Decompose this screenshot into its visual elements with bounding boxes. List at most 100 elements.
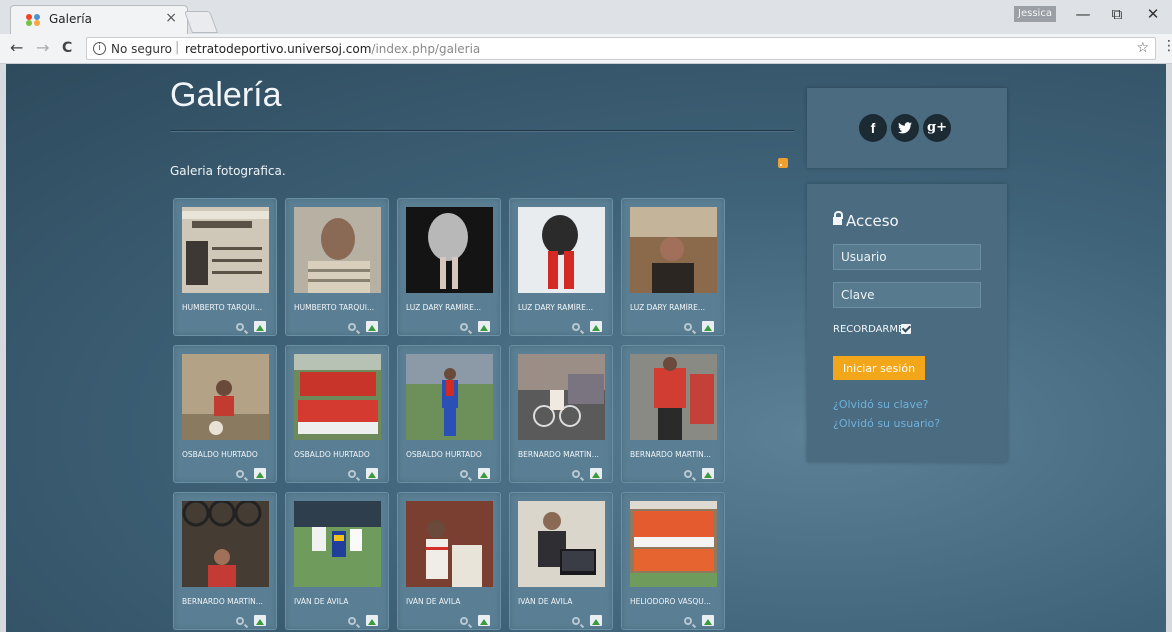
image-details-icon[interactable] — [590, 468, 602, 479]
gallery-card-label[interactable]: HUMBERTO TARQUI... — [294, 303, 386, 312]
gallery-card[interactable]: HUMBERTO TARQUI... — [173, 198, 277, 336]
gallery-card-label[interactable]: OSBALDO HURTADO — [406, 450, 498, 459]
zoom-icon[interactable] — [684, 617, 692, 625]
gallery-card-label[interactable]: LUZ DARY RAMÍRE... — [406, 303, 498, 312]
gallery-card[interactable]: LUZ DARY RAMÍRE... — [621, 198, 725, 336]
gallery-thumbnail[interactable] — [630, 207, 717, 293]
image-details-icon[interactable] — [478, 468, 490, 479]
gallery-card[interactable]: IVÁN DE ÁVILA — [509, 492, 613, 630]
username-input[interactable] — [833, 244, 981, 270]
twitter-icon[interactable] — [891, 114, 919, 142]
zoom-icon[interactable] — [572, 323, 580, 331]
profile-badge[interactable]: Jessica — [1014, 6, 1056, 22]
gallery-card-label[interactable]: HUMBERTO TARQUI... — [182, 303, 274, 312]
gallery-thumbnail[interactable] — [406, 501, 493, 587]
forward-icon[interactable]: → — [36, 38, 49, 57]
gallery-thumbnail[interactable] — [294, 354, 381, 440]
image-details-icon[interactable] — [702, 321, 714, 332]
gallery-card-label[interactable]: IVÁN DE ÁVILA — [294, 597, 386, 606]
gallery-card-label[interactable]: LUZ DARY RAMÍRE... — [518, 303, 610, 312]
gallery-thumbnail[interactable] — [406, 207, 493, 293]
image-details-icon[interactable] — [366, 468, 378, 479]
zoom-icon[interactable] — [348, 323, 356, 331]
gallery-thumbnail[interactable] — [518, 207, 605, 293]
gallery-card-label[interactable]: IVÁN DE ÁVILA — [518, 597, 610, 606]
close-window-icon[interactable]: ✕ — [1142, 5, 1164, 23]
browser-tab[interactable]: Galería × — [10, 5, 188, 34]
gallery-card-label[interactable]: OSBALDO HURTADO — [182, 450, 274, 459]
gallery-card[interactable]: HUMBERTO TARQUI... — [285, 198, 389, 336]
image-details-icon[interactable] — [478, 615, 490, 626]
login-button[interactable]: Iniciar sesión — [833, 356, 925, 380]
gallery-thumbnail[interactable] — [630, 354, 717, 440]
gallery-card[interactable]: OSBALDO HURTADO — [397, 345, 501, 483]
gallery-thumbnail[interactable] — [518, 501, 605, 587]
zoom-icon[interactable] — [572, 617, 580, 625]
back-icon[interactable]: ← — [10, 38, 23, 57]
gallery-thumbnail[interactable] — [630, 501, 717, 587]
gallery-card-label[interactable]: BERNARDO MARTÍN... — [182, 597, 274, 606]
facebook-icon[interactable]: f — [859, 114, 887, 142]
gallery-thumbnail[interactable] — [182, 207, 269, 293]
minimize-icon[interactable]: — — [1072, 5, 1094, 23]
new-tab-button[interactable] — [183, 11, 219, 33]
bookmark-star-icon[interactable]: ☆ — [1136, 40, 1149, 56]
gallery-card-label[interactable]: HELIODORO VÁSQU... — [630, 597, 722, 606]
zoom-icon[interactable] — [236, 617, 244, 625]
zoom-icon[interactable] — [572, 470, 580, 478]
gallery-card[interactable]: LUZ DARY RAMÍRE... — [397, 198, 501, 336]
gallery-card[interactable]: OSBALDO HURTADO — [285, 345, 389, 483]
zoom-icon[interactable] — [236, 323, 244, 331]
forgot-password-link[interactable]: ¿Olvidó su clave? — [833, 398, 929, 411]
gallery-card[interactable]: HELIODORO VÁSQU... — [621, 492, 725, 630]
google-plus-icon[interactable]: g+ — [923, 114, 951, 142]
gallery-thumbnail[interactable] — [294, 501, 381, 587]
gallery-card-label[interactable]: OSBALDO HURTADO — [294, 450, 386, 459]
gallery-card[interactable]: BERNARDO MARTÍN... — [621, 345, 725, 483]
zoom-icon[interactable] — [460, 617, 468, 625]
image-details-icon[interactable] — [702, 468, 714, 479]
zoom-icon[interactable] — [460, 470, 468, 478]
gallery-card[interactable]: BERNARDO MARTÍN... — [509, 345, 613, 483]
zoom-icon[interactable] — [684, 470, 692, 478]
image-details-icon[interactable] — [366, 321, 378, 332]
gallery-thumbnail[interactable] — [518, 354, 605, 440]
restore-icon[interactable]: ⧉ — [1106, 5, 1128, 23]
image-details-icon[interactable] — [254, 468, 266, 479]
gallery-card-label[interactable]: IVÁN DE ÁVILA — [406, 597, 498, 606]
address-bar[interactable]: i No seguro | retratodeportivo.universoj… — [86, 37, 1156, 60]
password-input[interactable] — [833, 282, 981, 308]
remember-me-checkbox[interactable] — [901, 324, 911, 334]
reload-icon[interactable]: C — [62, 40, 72, 56]
info-icon[interactable]: i — [93, 42, 106, 55]
gallery-card-label[interactable]: BERNARDO MARTÍN... — [630, 450, 722, 459]
gallery-card[interactable]: IVÁN DE ÁVILA — [285, 492, 389, 630]
browser-menu-icon[interactable]: ⋮ — [1162, 38, 1172, 54]
gallery-card[interactable]: IVÁN DE ÁVILA — [397, 492, 501, 630]
gallery-thumbnail[interactable] — [182, 354, 269, 440]
image-details-icon[interactable] — [702, 615, 714, 626]
image-details-icon[interactable] — [590, 321, 602, 332]
security-label[interactable]: No seguro — [111, 42, 172, 56]
forgot-username-link[interactable]: ¿Olvidó su usuario? — [833, 417, 940, 430]
image-details-icon[interactable] — [478, 321, 490, 332]
gallery-card[interactable]: BERNARDO MARTÍN... — [173, 492, 277, 630]
url-text[interactable]: retratodeportivo.universoj.com/index.php… — [185, 42, 480, 56]
zoom-icon[interactable] — [236, 470, 244, 478]
tab-close-icon[interactable]: × — [165, 10, 177, 26]
image-details-icon[interactable] — [254, 321, 266, 332]
gallery-thumbnail[interactable] — [182, 501, 269, 587]
zoom-icon[interactable] — [684, 323, 692, 331]
zoom-icon[interactable] — [348, 470, 356, 478]
gallery-card[interactable]: LUZ DARY RAMÍRE... — [509, 198, 613, 336]
gallery-thumbnail[interactable] — [294, 207, 381, 293]
gallery-card-label[interactable]: LUZ DARY RAMÍRE... — [630, 303, 722, 312]
rss-feed-icon[interactable] — [778, 158, 788, 168]
image-details-icon[interactable] — [590, 615, 602, 626]
image-details-icon[interactable] — [254, 615, 266, 626]
zoom-icon[interactable] — [460, 323, 468, 331]
image-details-icon[interactable] — [366, 615, 378, 626]
gallery-card[interactable]: OSBALDO HURTADO — [173, 345, 277, 483]
gallery-thumbnail[interactable] — [406, 354, 493, 440]
gallery-card-label[interactable]: BERNARDO MARTÍN... — [518, 450, 610, 459]
